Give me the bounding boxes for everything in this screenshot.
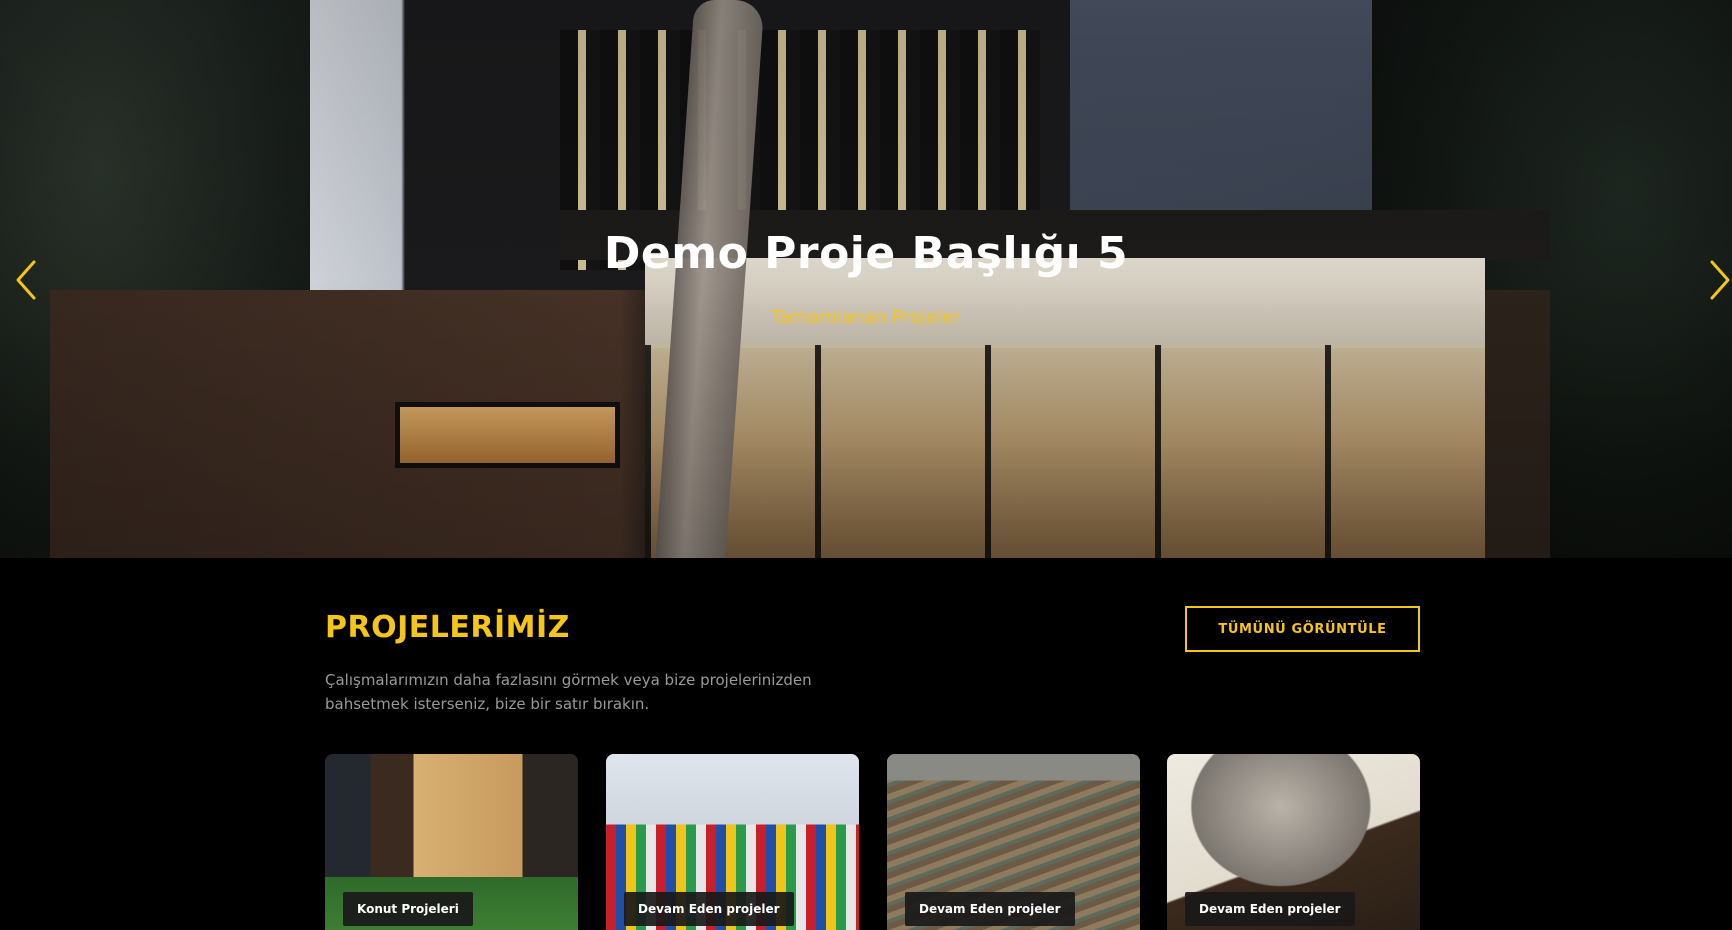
project-card-residential[interactable]: Konut Projeleri (325, 754, 578, 930)
section-title: PROJELERİMİZ (325, 610, 570, 645)
slider-prev-button[interactable] (12, 258, 42, 302)
projects-section: PROJELERİMİZ TÜMÜNÜ GÖRÜNTÜLE Çalışmalar… (0, 558, 1732, 930)
hero-slider: Demo Proje Başlığı 5 Tamamlanan Projeler (0, 0, 1732, 558)
chevron-right-icon (1710, 260, 1730, 300)
project-card-ongoing[interactable]: Devam Eden projeler (606, 754, 859, 930)
section-description: Çalışmalarımızın daha fazlasını görmek v… (325, 671, 812, 713)
slider-next-button[interactable] (1704, 258, 1732, 302)
project-category-badge[interactable]: Devam Eden projeler (905, 892, 1075, 926)
project-cards: Konut Projeleri Devam Eden projeler Deva… (325, 754, 1420, 930)
project-category-badge[interactable]: Konut Projeleri (343, 892, 473, 926)
project-card-ongoing[interactable]: Devam Eden projeler (1167, 754, 1420, 930)
view-all-button[interactable]: TÜMÜNÜ GÖRÜNTÜLE (1185, 606, 1420, 652)
project-card-ongoing[interactable]: Devam Eden projeler (887, 754, 1140, 930)
hero-subtitle[interactable]: Tamamlanan Projeler (0, 307, 1732, 328)
chevron-left-icon (16, 260, 36, 300)
hero-title: Demo Proje Başlığı 5 (603, 228, 1129, 279)
project-category-badge[interactable]: Devam Eden projeler (1185, 892, 1355, 926)
project-category-badge[interactable]: Devam Eden projeler (624, 892, 794, 926)
